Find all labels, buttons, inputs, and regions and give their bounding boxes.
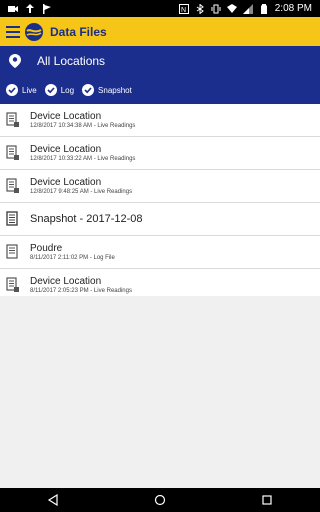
filter-snapshot[interactable]: Snapshot [82, 84, 132, 96]
page-title: Data Files [50, 24, 107, 39]
nfc-icon: N [178, 3, 189, 14]
live-file-icon [6, 277, 19, 292]
recents-button[interactable] [255, 492, 279, 508]
filter-label: Live [22, 85, 37, 95]
check-circle-icon [44, 84, 57, 96]
file-title: Device Location [30, 176, 102, 188]
file-subtitle: 8/11/2017 2:11:02 PM - Log File [30, 254, 115, 261]
file-title: Snapshot - 2017-12-08 [30, 212, 143, 225]
live-file-icon [6, 178, 19, 193]
bluetooth-icon [196, 3, 204, 14]
wifi-icon [226, 3, 237, 13]
home-button[interactable] [148, 492, 172, 508]
file-subtitle: 12/8/2017 10:33:22 AM - Live Readings [30, 155, 136, 162]
flag-icon [43, 3, 51, 14]
signal-icon [242, 3, 253, 14]
list-item[interactable]: Device Location 12/8/2017 9:48:25 AM - L… [0, 170, 320, 203]
filter-live[interactable]: Live [6, 84, 37, 96]
logo-icon [25, 22, 43, 41]
log-file-icon [6, 244, 18, 259]
check-circle-icon [82, 84, 95, 96]
home-circle-icon [154, 494, 166, 506]
status-bar: N 2:08 PM [0, 0, 320, 17]
list-item[interactable]: Poudre 8/11/2017 2:11:02 PM - Log File [0, 236, 320, 269]
location-selector[interactable]: All Locations [0, 46, 320, 76]
file-subtitle: 8/11/2017 2:05:23 PM - Live Readings [30, 287, 132, 294]
menu-icon[interactable] [6, 25, 20, 38]
list-item[interactable]: Device Location 12/8/2017 10:34:38 AM - … [0, 104, 320, 137]
list-item[interactable]: Device Location 12/8/2017 10:33:22 AM - … [0, 137, 320, 170]
filter-bar: All Locations Live Log Snapshot [0, 46, 320, 104]
file-title: Device Location [30, 143, 102, 155]
system-nav-bar [0, 488, 320, 512]
clock: 2:08 PM [274, 3, 312, 14]
recents-square-icon [262, 495, 272, 505]
location-pin-icon [9, 54, 21, 68]
location-label: All Locations [37, 54, 106, 68]
file-title: Device Location [30, 275, 102, 287]
file-title: Device Location [30, 110, 102, 122]
snapshot-file-icon [6, 211, 18, 226]
file-subtitle: 12/8/2017 10:34:38 AM - Live Readings [30, 122, 136, 129]
file-subtitle: 12/8/2017 9:48:25 AM - Live Readings [30, 188, 133, 195]
camera-icon [8, 5, 18, 12]
filter-log[interactable]: Log [44, 84, 75, 96]
live-file-icon [6, 112, 19, 127]
back-triangle-icon [48, 494, 58, 506]
type-filters: Live Log Snapshot [0, 76, 320, 104]
file-title: Poudre [30, 242, 63, 254]
live-file-icon [6, 145, 19, 160]
empty-area [0, 296, 320, 488]
app-bar: Data Files [0, 17, 320, 46]
check-circle-icon [6, 84, 18, 96]
upload-icon [26, 3, 34, 13]
list-item[interactable]: Snapshot - 2017-12-08 [0, 203, 320, 236]
svg-text:N: N [181, 7, 186, 14]
vibrate-icon [211, 4, 221, 13]
file-list: Device Location 12/8/2017 10:34:38 AM - … [0, 104, 320, 302]
battery-icon [260, 3, 267, 14]
filter-label: Snapshot [98, 85, 132, 95]
back-button[interactable] [41, 492, 65, 508]
filter-label: Log [60, 85, 75, 95]
